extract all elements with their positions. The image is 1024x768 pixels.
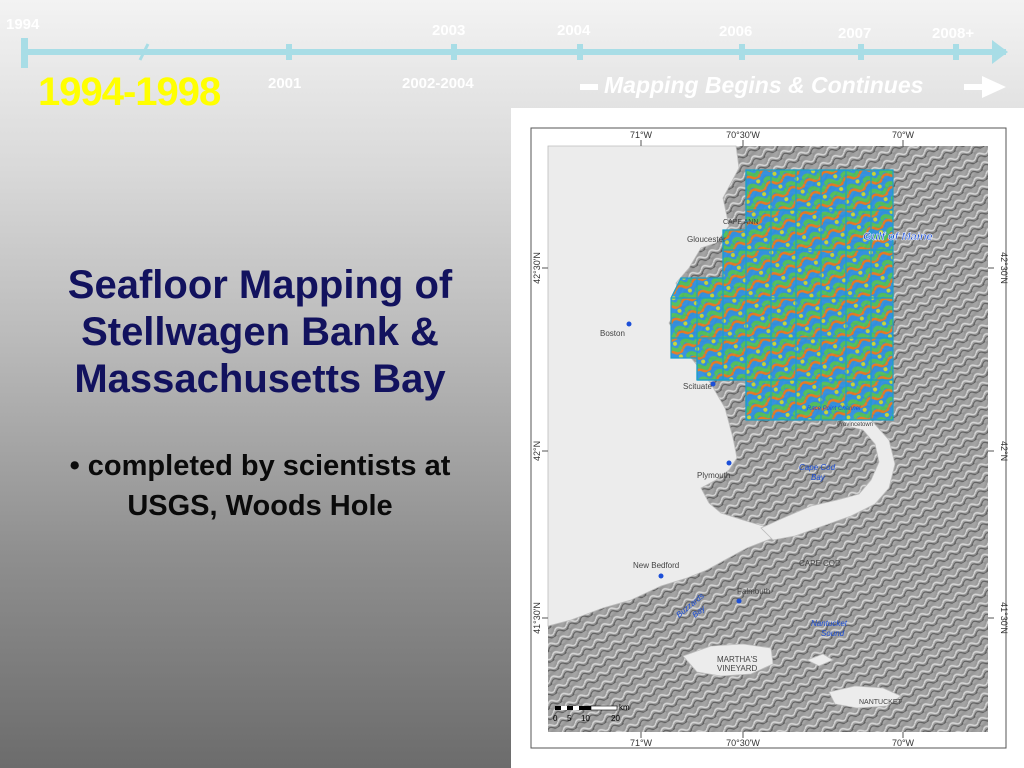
year-2004: 2004 bbox=[557, 22, 591, 39]
mapping-arrow-left-bar bbox=[580, 84, 598, 90]
place-nantucket: NANTUCKET bbox=[859, 699, 903, 706]
year-1994: 1994 bbox=[6, 16, 40, 33]
place-plymouth: Plymouth bbox=[697, 471, 730, 480]
year-2002-2004: 2002-2004 bbox=[402, 75, 474, 92]
place-marthas-2: VINEYARD bbox=[717, 664, 758, 673]
scale-tick-5: 5 bbox=[567, 714, 572, 723]
era-label: 1994-1998 bbox=[38, 70, 221, 114]
place-gloucester: Gloucester bbox=[687, 235, 726, 244]
water-race-point: Race Point Channel bbox=[807, 406, 861, 412]
water-cape-cod-bay-2: Bay bbox=[811, 473, 826, 482]
bullet-line-2: USGS, Woods Hole bbox=[127, 490, 393, 522]
place-cape-cod: CAPE COD bbox=[799, 559, 841, 568]
lat-right-42-30: 42°30'N bbox=[999, 252, 1009, 284]
water-cape-cod-bay-1: Cape Cod bbox=[799, 463, 836, 472]
map-panel: 71°W 70°30'W 70°W 71°W 70°30'W 70°W 42°3… bbox=[511, 108, 1024, 768]
lat-right-41-30: 41°30'N bbox=[999, 602, 1009, 634]
bullet-line-1: • completed by scientists at bbox=[69, 450, 451, 482]
scale-tick-20: 20 bbox=[611, 714, 620, 723]
scale-unit: km bbox=[619, 703, 630, 712]
year-2007: 2007 bbox=[838, 25, 872, 42]
slide-title: Seafloor Mapping of Stellwagen Bank & Ma… bbox=[20, 262, 500, 403]
lon-top-70: 70°W bbox=[892, 130, 915, 140]
water-nantucket-sound-1: Nantucket bbox=[811, 619, 848, 628]
tick-2004 bbox=[577, 44, 583, 60]
mapping-label: Mapping Begins & Continues bbox=[604, 72, 924, 98]
place-cape-ann: CAPE ANN bbox=[723, 219, 758, 226]
lat-left-41-30: 41°30'N bbox=[532, 602, 542, 634]
lat-right-42: 42°N bbox=[999, 441, 1009, 461]
tick-2008 bbox=[953, 44, 959, 60]
scale-tick-0: 0 bbox=[553, 714, 558, 723]
year-2006: 2006 bbox=[719, 23, 753, 40]
place-provincetown: Provincetown bbox=[837, 422, 873, 428]
lon-bottom-70: 70°W bbox=[892, 738, 915, 748]
scale-bar bbox=[555, 705, 618, 711]
tick-2003 bbox=[451, 44, 457, 60]
tick-2007 bbox=[858, 44, 864, 60]
year-2003: 2003 bbox=[432, 22, 466, 39]
lon-bottom-71: 71°W bbox=[630, 738, 653, 748]
lat-left-42: 42°N bbox=[532, 441, 542, 461]
place-scituate: Scituate bbox=[683, 382, 712, 391]
water-nantucket-sound-2: Sound bbox=[821, 629, 845, 638]
lon-top-71: 71°W bbox=[630, 130, 653, 140]
lat-left-42-30: 42°30'N bbox=[532, 252, 542, 284]
place-marthas-1: MARTHA'S bbox=[717, 655, 758, 664]
place-new-bedford: New Bedford bbox=[633, 561, 679, 570]
mapping-arrow-head bbox=[982, 76, 1006, 98]
seafloor-map: 71°W 70°30'W 70°W 71°W 70°30'W 70°W 42°3… bbox=[530, 127, 1009, 749]
lon-bottom-70-30: 70°30'W bbox=[726, 738, 760, 748]
title-line-3: Massachusetts Bay bbox=[74, 357, 446, 401]
tick-2006 bbox=[739, 44, 745, 60]
timeline-start-cap bbox=[21, 38, 28, 68]
place-falmouth: Falmouth bbox=[737, 587, 770, 596]
title-line-2: Stellwagen Bank & bbox=[81, 310, 439, 354]
place-boston: Boston bbox=[600, 329, 625, 338]
year-2008-plus: 2008+ bbox=[932, 25, 975, 42]
water-gulf-of-maine: Gulf of Maine bbox=[863, 231, 933, 243]
title-line-1: Seafloor Mapping of bbox=[67, 263, 453, 307]
scale-tick-10: 10 bbox=[581, 714, 590, 723]
year-2001: 2001 bbox=[268, 75, 302, 92]
tick-2001 bbox=[286, 44, 292, 60]
bullet-text: • completed by scientists at USGS, Woods… bbox=[20, 446, 500, 526]
lon-top-70-30: 70°30'W bbox=[726, 130, 760, 140]
timeline-arrowhead bbox=[992, 40, 1008, 64]
